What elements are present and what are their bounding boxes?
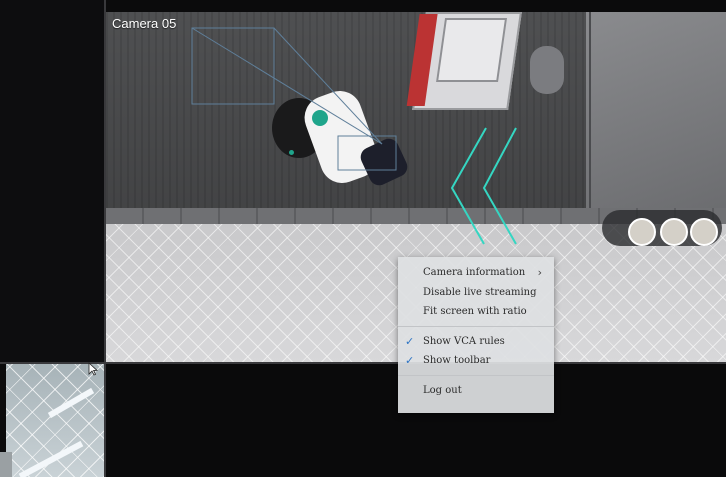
- thumb-edge: [0, 452, 12, 477]
- menu-item-fit-screen-with-ratio[interactable]: Fit screen with ratio: [398, 302, 554, 322]
- menu-item-log-out[interactable]: Log out: [398, 381, 554, 401]
- menu-item-label: Show toolbar: [423, 355, 491, 366]
- camera-label: Camera 05: [112, 16, 177, 31]
- thumb-light-strip: [47, 387, 95, 419]
- menu-item-camera-information[interactable]: Camera information ›: [398, 263, 554, 283]
- vca-target-box: [337, 135, 397, 171]
- menu-item-label: Disable live streaming: [423, 286, 537, 298]
- menu-item-label: Fit screen with ratio: [423, 306, 527, 317]
- menu-separator: [398, 375, 554, 376]
- left-panel: [0, 0, 106, 362]
- checkmark-icon: ✓: [405, 334, 415, 348]
- vca-perspective-line: [191, 27, 383, 145]
- vca-direction-arrow: [482, 127, 517, 245]
- menu-item-show-toolbar[interactable]: ✓ Show toolbar: [398, 351, 554, 371]
- context-menu: Camera information › Disable live stream…: [398, 257, 554, 413]
- menu-item-disable-live-streaming[interactable]: Disable live streaming: [398, 283, 554, 303]
- menu-item-label: Log out: [423, 384, 462, 396]
- vca-direction-arrow: [450, 127, 487, 245]
- menu-separator: [398, 326, 554, 327]
- bottom-left-camera-view[interactable]: [6, 364, 104, 477]
- mouse-cursor-icon: [88, 362, 98, 376]
- vca-perspective-line: [273, 27, 383, 145]
- checkmark-icon: ✓: [405, 354, 415, 367]
- chevron-right-icon: ›: [537, 266, 542, 279]
- menu-item-label: Show VCA rules: [423, 335, 505, 347]
- menu-item-show-vca-rules[interactable]: ✓ Show VCA rules: [398, 332, 554, 352]
- thumb-light-strip: [18, 440, 84, 477]
- menu-item-label: Camera information: [423, 267, 526, 278]
- vca-zone-box: [191, 27, 275, 105]
